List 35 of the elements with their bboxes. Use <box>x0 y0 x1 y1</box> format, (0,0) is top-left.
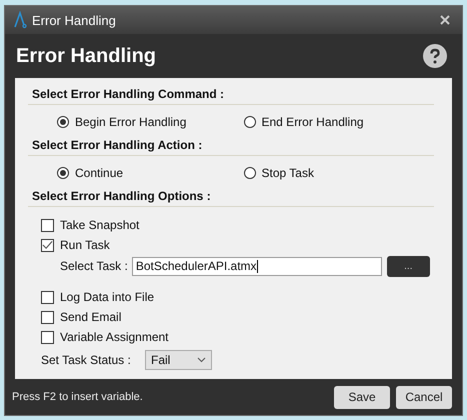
checkbox-option[interactable]: Variable Assignment <box>41 327 430 347</box>
task-field[interactable]: BotSchedulerAPI.atmx <box>132 256 382 276</box>
radio-button[interactable] <box>244 167 256 179</box>
close-icon[interactable] <box>440 15 450 25</box>
browse-button[interactable]: ... <box>386 256 430 276</box>
checkbox[interactable] <box>41 238 54 252</box>
help-icon[interactable] <box>423 44 447 68</box>
section-title: Select Error Handling Options : <box>32 189 212 203</box>
checkbox-option[interactable]: Log Data into File <box>41 287 430 307</box>
logo-icon <box>13 11 27 29</box>
radio-option[interactable]: Continue <box>57 166 244 180</box>
section-title: Select Error Handling Command : <box>32 87 226 101</box>
checkbox-option[interactable]: Send Email <box>41 307 430 327</box>
section-title: Select Error Handling Action : <box>32 138 204 152</box>
select-task-label: Select Task : <box>60 259 128 273</box>
radio-button[interactable] <box>57 116 69 128</box>
cancel-button[interactable]: Cancel <box>396 386 452 408</box>
hint-text: Press F2 to insert variable. <box>12 391 144 403</box>
checkbox[interactable] <box>41 290 54 304</box>
save-button[interactable]: Save <box>334 386 390 408</box>
task-status-label: Set Task Status : <box>41 353 132 367</box>
radio-option[interactable]: Stop Task <box>244 166 430 180</box>
checkbox-option[interactable]: Run Task <box>41 235 430 255</box>
status-dropdown[interactable]: Fail <box>145 350 212 370</box>
radio-button[interactable] <box>57 167 69 179</box>
checkbox[interactable] <box>41 218 54 232</box>
chevron-down-icon <box>197 357 206 363</box>
checkbox[interactable] <box>41 330 54 344</box>
checkbox[interactable] <box>41 310 54 324</box>
checkbox-option[interactable]: Take Snapshot <box>41 215 430 235</box>
radio-option[interactable]: End Error Handling <box>244 115 430 129</box>
radio-option[interactable]: Begin Error Handling <box>57 115 244 129</box>
dialog-heading: Error Handling <box>16 44 158 68</box>
radio-button[interactable] <box>244 116 256 128</box>
window-title: Error Handling <box>32 12 117 28</box>
